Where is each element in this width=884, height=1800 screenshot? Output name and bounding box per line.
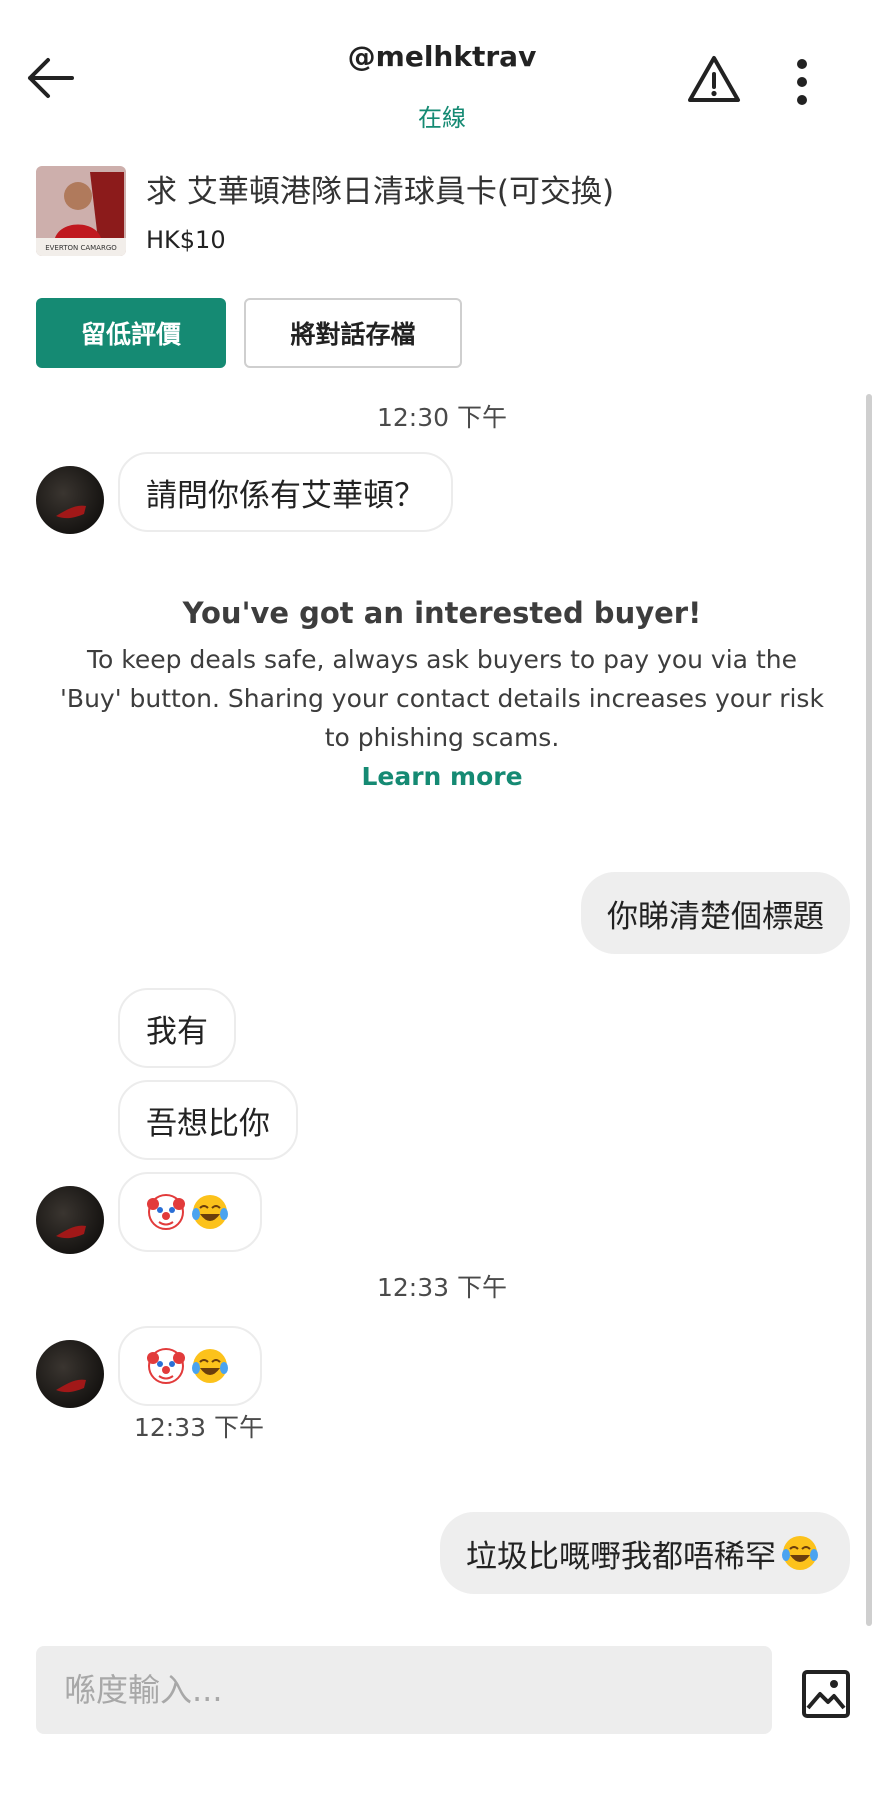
tears-of-joy-emoji: [782, 1536, 818, 1570]
timestamp: 12:30 下午: [377, 403, 507, 432]
notice-title: You've got an interested buyer!: [182, 596, 702, 630]
sent-message-text: 垃圾比嘅嘢我都唔稀罕: [466, 1538, 776, 1575]
more-options-button[interactable]: [780, 52, 824, 112]
sent-message-bubble[interactable]: 你睇清楚個標題: [581, 872, 850, 954]
clown-face-emoji: [147, 1194, 185, 1230]
leave-review-button[interactable]: 留低評價: [36, 298, 226, 368]
online-status: 在線: [418, 104, 466, 132]
listing-title[interactable]: 求 艾華頓港隊日清球員卡(可交換): [146, 166, 614, 211]
chat-scrollbar[interactable]: [866, 394, 872, 1626]
message-bubble[interactable]: 請問你係有艾華頓？: [118, 452, 453, 532]
clown-face-emoji: [147, 1348, 185, 1384]
timestamp: 12:33 下午: [377, 1273, 507, 1302]
emoji-message-bubble[interactable]: [118, 1172, 262, 1252]
learn-more-link[interactable]: Learn more: [0, 762, 884, 791]
report-button[interactable]: [684, 50, 744, 110]
chat-username[interactable]: @melhktrav: [0, 40, 884, 73]
avatar[interactable]: [36, 466, 104, 534]
tears-of-joy-emoji: [192, 1349, 228, 1383]
thumbnail-caption: EVERTON CAMARGO: [45, 244, 117, 252]
attach-image-button[interactable]: [800, 1668, 852, 1720]
notice-body: To keep deals safe, always ask buyers to…: [60, 645, 824, 752]
avatar[interactable]: [36, 1186, 104, 1254]
message-timestamp: 12:33 下午: [134, 1413, 264, 1442]
tears-of-joy-emoji: [192, 1195, 228, 1229]
message-bubble[interactable]: 我有: [118, 988, 236, 1068]
emoji-message-bubble[interactable]: [118, 1326, 262, 1406]
more-vertical-icon: [797, 59, 807, 105]
message-bubble[interactable]: 吾想比你: [118, 1080, 298, 1160]
message-input[interactable]: [36, 1646, 772, 1734]
image-upload-icon: [802, 1670, 850, 1718]
warning-icon: [688, 56, 740, 102]
listing-thumbnail[interactable]: EVERTON CAMARGO: [36, 166, 126, 256]
sent-message-bubble[interactable]: 垃圾比嘅嘢我都唔稀罕: [440, 1512, 850, 1594]
listing-price: HK$10: [146, 226, 226, 254]
avatar[interactable]: [36, 1340, 104, 1408]
archive-chat-button[interactable]: 將對話存檔: [244, 298, 462, 368]
